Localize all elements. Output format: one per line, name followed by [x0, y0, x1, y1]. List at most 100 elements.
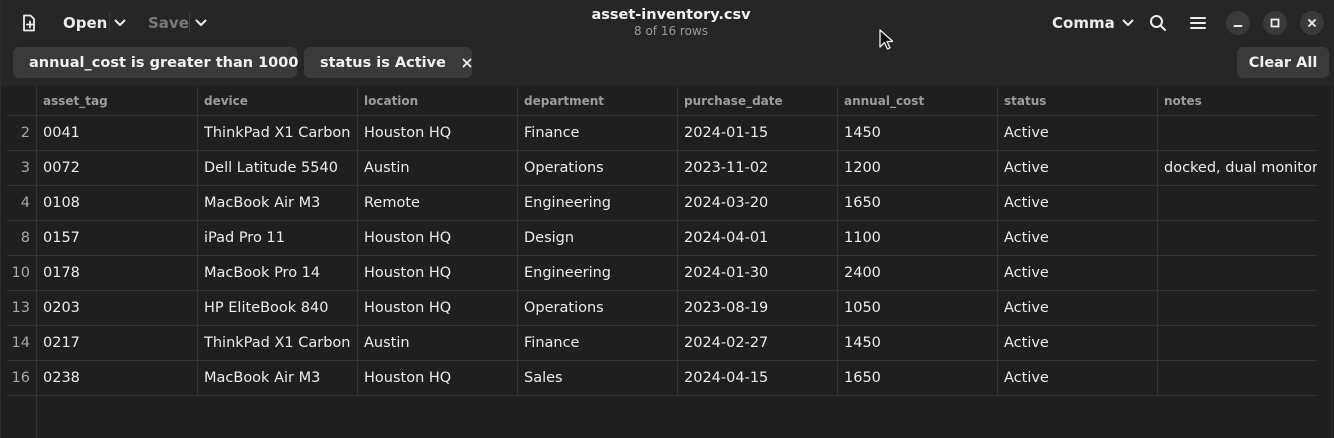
table-cell-status[interactable]: Active: [997, 256, 1157, 291]
table-cell-status[interactable]: Active: [997, 151, 1157, 186]
table-cell-location[interactable]: Houston HQ: [357, 116, 517, 151]
table-cell-asset-tag[interactable]: 0072: [36, 151, 197, 186]
column-header[interactable]: department: [517, 86, 677, 116]
table-cell-notes[interactable]: [1157, 116, 1317, 151]
column-header[interactable]: annual_cost: [837, 86, 997, 116]
table-cell-device[interactable]: MacBook Air M3: [197, 361, 357, 396]
table-cell-department[interactable]: Finance: [517, 116, 677, 151]
table-cell-department[interactable]: Operations: [517, 291, 677, 326]
table-cell-annual-cost[interactable]: 1650: [837, 361, 997, 396]
table-cell-purchase-date[interactable]: 2024-03-20: [677, 186, 837, 221]
table-cell-location[interactable]: Houston HQ: [357, 291, 517, 326]
open-menu-button[interactable]: [109, 9, 131, 37]
table-cell-purchase-date[interactable]: 2024-02-27: [677, 326, 837, 361]
table-cell-annual-cost[interactable]: 1450: [837, 116, 997, 151]
table-cell-purchase-date[interactable]: 2023-11-02: [677, 151, 837, 186]
search-button[interactable]: [1145, 9, 1171, 37]
table-cell-asset-tag[interactable]: 0157: [36, 221, 197, 256]
table-cell-asset-tag[interactable]: 0108: [36, 186, 197, 221]
table-cell-annual-cost[interactable]: 2400: [837, 256, 997, 291]
table-cell-device[interactable]: MacBook Pro 14: [197, 256, 357, 291]
open-button[interactable]: Open: [53, 9, 117, 37]
minimize-button[interactable]: [1226, 11, 1250, 35]
table-row[interactable]: 16 0238 MacBook Air M3 Houston HQ Sales 2024-…: [7, 361, 1317, 396]
table-cell-location[interactable]: Austin: [357, 151, 517, 186]
table-cell-purchase-date[interactable]: 2023-08-19: [677, 291, 837, 326]
table-cell-status[interactable]: Active: [997, 116, 1157, 151]
table-cell-asset-tag[interactable]: 0217: [36, 326, 197, 361]
remove-filter-button[interactable]: [462, 47, 472, 78]
table-cell-status[interactable]: Active: [997, 186, 1157, 221]
close-icon: [1308, 19, 1316, 27]
table-cell-location[interactable]: Houston HQ: [357, 221, 517, 256]
delimiter-dropdown[interactable]: Comma: [1044, 9, 1142, 37]
table-cell-device[interactable]: Dell Latitude 5540: [197, 151, 357, 186]
column-header[interactable]: notes: [1157, 86, 1317, 116]
column-header[interactable]: asset_tag: [36, 86, 197, 116]
table-cell-department[interactable]: Engineering: [517, 256, 677, 291]
table-cell-purchase-date[interactable]: 2024-04-15: [677, 361, 837, 396]
table-cell-asset-tag[interactable]: 0203: [36, 291, 197, 326]
table-cell-status[interactable]: Active: [997, 221, 1157, 256]
table-row[interactable]: 4 0108 MacBook Air M3 Remote Engineering 2024…: [7, 186, 1317, 221]
table-row[interactable]: 13 0203 HP EliteBook 840 Houston HQ Operatio…: [7, 291, 1317, 326]
maximize-button[interactable]: [1263, 11, 1287, 35]
table-cell-asset-tag[interactable]: 0178: [36, 256, 197, 291]
table-cell-notes[interactable]: [1157, 291, 1317, 326]
table-cell-notes[interactable]: [1157, 256, 1317, 291]
table-cell-device[interactable]: ThinkPad X1 Carbon: [197, 116, 357, 151]
table-row[interactable]: 8 0157 iPad Pro 11 Houston HQ Design 2024-04-…: [7, 221, 1317, 256]
close-button[interactable]: [1300, 11, 1324, 35]
column-header[interactable]: device: [197, 86, 357, 116]
new-document-button[interactable]: [15, 11, 43, 35]
save-menu-button[interactable]: [190, 9, 212, 37]
clear-all-button[interactable]: Clear All: [1237, 47, 1329, 78]
table-cell-notes[interactable]: [1157, 326, 1317, 361]
table-cell-location[interactable]: Austin: [357, 326, 517, 361]
close-icon: [462, 58, 472, 67]
table-cell-notes[interactable]: [1157, 361, 1317, 396]
chevron-down-icon: [1122, 19, 1134, 26]
table-cell-device[interactable]: MacBook Air M3: [197, 186, 357, 221]
table-cell-purchase-date[interactable]: 2024-04-01: [677, 221, 837, 256]
table-cell-status[interactable]: Active: [997, 361, 1157, 396]
table-cell-department[interactable]: Sales: [517, 361, 677, 396]
table-row[interactable]: 14 0217 ThinkPad X1 Carbon Austin Finance 202…: [7, 326, 1317, 361]
table-cell-department[interactable]: Engineering: [517, 186, 677, 221]
table-row[interactable]: 3 0072 Dell Latitude 5540 Austin Operations 2…: [7, 151, 1317, 186]
table-cell-notes[interactable]: [1157, 221, 1317, 256]
new-document-icon: [23, 14, 35, 32]
row-number: 8: [20, 230, 30, 246]
table-cell-annual-cost[interactable]: 1650: [837, 186, 997, 221]
table-cell-status[interactable]: Active: [997, 326, 1157, 361]
column-header[interactable]: location: [357, 86, 517, 116]
table-cell-device[interactable]: iPad Pro 11: [197, 221, 357, 256]
table-cell-notes[interactable]: [1157, 186, 1317, 221]
table-cell-location[interactable]: Houston HQ: [357, 361, 517, 396]
column-header[interactable]: status: [997, 86, 1157, 116]
main-menu-button[interactable]: [1185, 9, 1211, 37]
filter-chip[interactable]: status is Active: [304, 47, 472, 78]
table-cell-location[interactable]: Houston HQ: [357, 256, 517, 291]
table-cell-department[interactable]: Finance: [517, 326, 677, 361]
table-cell-purchase-date[interactable]: 2024-01-15: [677, 116, 837, 151]
table-row[interactable]: 2 0041 ThinkPad X1 Carbon Houston HQ Finance…: [7, 116, 1317, 151]
table-cell-asset-tag[interactable]: 0238: [36, 361, 197, 396]
table-cell-department[interactable]: Operations: [517, 151, 677, 186]
row-number: 2: [20, 125, 30, 141]
filter-chip[interactable]: annual_cost is greater than 1000: [13, 47, 324, 78]
table-cell-annual-cost[interactable]: 1100: [837, 221, 997, 256]
table-cell-annual-cost[interactable]: 1450: [837, 326, 997, 361]
table-cell-notes[interactable]: docked, dual monitor: [1157, 151, 1317, 186]
column-header[interactable]: purchase_date: [677, 86, 837, 116]
table-cell-purchase-date[interactable]: 2024-01-30: [677, 256, 837, 291]
table-cell-device[interactable]: HP EliteBook 840: [197, 291, 357, 326]
table-cell-status[interactable]: Active: [997, 291, 1157, 326]
table-cell-asset-tag[interactable]: 0041: [36, 116, 197, 151]
table-cell-annual-cost[interactable]: 1200: [837, 151, 997, 186]
table-cell-annual-cost[interactable]: 1050: [837, 291, 997, 326]
table-cell-location[interactable]: Remote: [357, 186, 517, 221]
table-cell-department[interactable]: Design: [517, 221, 677, 256]
table-row[interactable]: 10 0178 MacBook Pro 14 Houston HQ Engineerin…: [7, 256, 1317, 291]
table-cell-device[interactable]: ThinkPad X1 Carbon: [197, 326, 357, 361]
